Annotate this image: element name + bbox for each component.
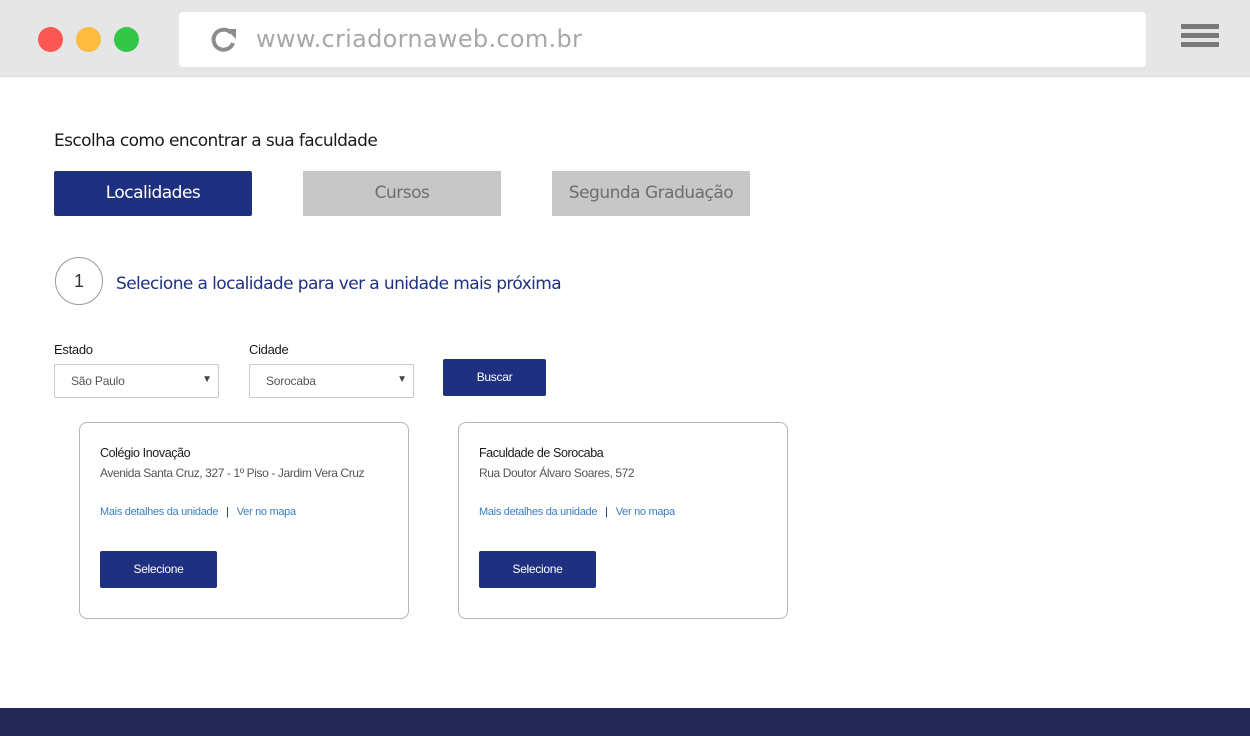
unit-address: Rua Doutor Álvaro Soares, 572 [479,466,635,480]
select-unit-button[interactable]: Selecione [479,551,596,588]
tab-segunda-graduacao[interactable]: Segunda Graduação [552,171,750,216]
browser-toolbar: www.criadornaweb.com.br [0,0,1250,77]
unit-details-link[interactable]: Mais detalhes da unidade [479,506,597,518]
tab-localidades[interactable]: Localidades [54,171,252,216]
unit-address: Avenida Santa Cruz, 327 - 1º Piso - Jard… [100,466,365,480]
link-separator: | [226,506,229,518]
page-headline: Escolha como encontrar a sua faculdade [54,131,378,151]
chevron-down-icon: ▼ [202,374,212,385]
page-footer [0,708,1250,736]
step-instruction: Selecione a localidade para ver a unidad… [116,274,562,294]
unit-name: Colégio Inovação [100,446,191,460]
select-unit-button[interactable]: Selecione [100,551,217,588]
chevron-down-icon: ▼ [397,374,407,385]
step-number-badge: 1 [55,257,103,305]
unit-name: Faculdade de Sorocaba [479,446,604,460]
estado-label: Estado [54,342,93,357]
estado-select[interactable]: São Paulo ▼ [54,364,219,398]
address-bar[interactable]: www.criadornaweb.com.br [179,12,1146,67]
minimize-window-button[interactable] [76,27,101,52]
map-link[interactable]: Ver no mapa [237,506,296,518]
link-separator: | [605,506,608,518]
hamburger-menu-icon[interactable] [1181,24,1219,54]
url-text[interactable]: www.criadornaweb.com.br [256,25,582,53]
estado-selected-value: São Paulo [71,374,125,388]
map-link[interactable]: Ver no mapa [616,506,675,518]
result-card: Colégio Inovação Avenida Santa Cruz, 327… [79,422,409,619]
result-card: Faculdade de Sorocaba Rua Doutor Álvaro … [458,422,788,619]
unit-details-link[interactable]: Mais detalhes da unidade [100,506,218,518]
maximize-window-button[interactable] [114,27,139,52]
cidade-label: Cidade [249,342,289,357]
reload-icon[interactable] [209,26,239,54]
unit-links: Mais detalhes da unidade | Ver no mapa [100,506,296,518]
tab-cursos[interactable]: Cursos [303,171,501,216]
cidade-select[interactable]: Sorocaba ▼ [249,364,414,398]
unit-links: Mais detalhes da unidade | Ver no mapa [479,506,675,518]
search-button[interactable]: Buscar [443,359,546,396]
cidade-selected-value: Sorocaba [266,374,316,388]
close-window-button[interactable] [38,27,63,52]
